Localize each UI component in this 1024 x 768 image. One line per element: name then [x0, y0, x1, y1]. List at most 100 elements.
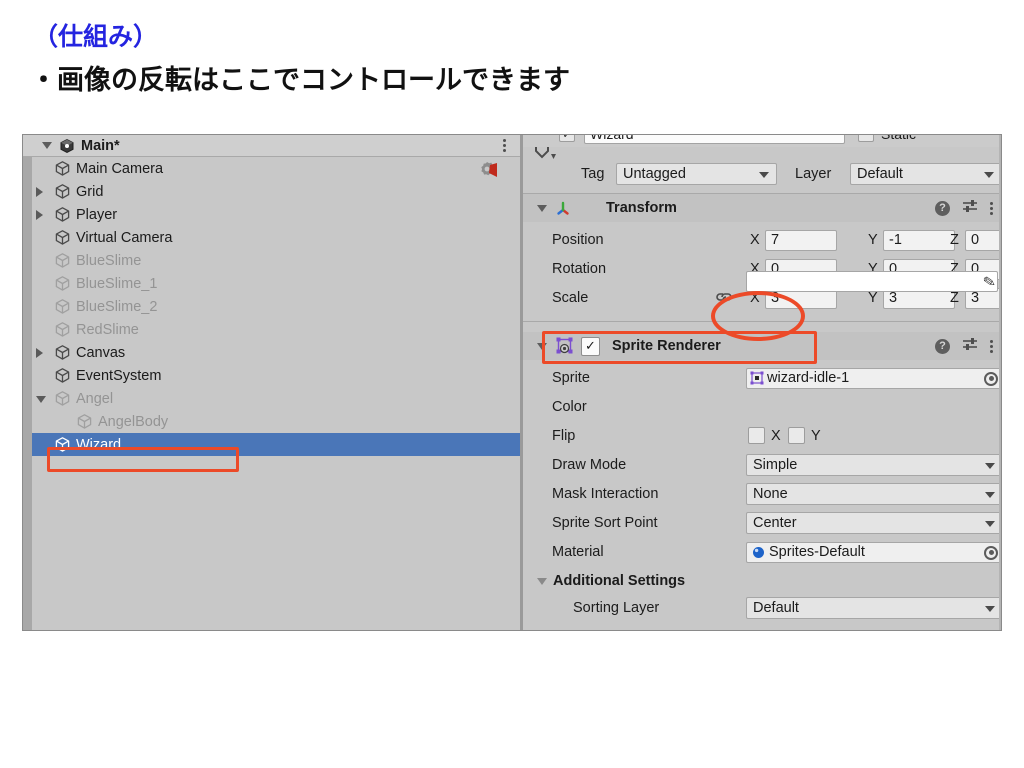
help-icon[interactable]: ?	[935, 338, 950, 354]
hierarchy-item-label: Wizard	[76, 436, 122, 453]
material-picker-icon[interactable]	[984, 545, 998, 560]
hierarchy-item-label: Player	[76, 206, 118, 223]
hierarchy-item-canvas[interactable]: Canvas	[32, 341, 520, 364]
sprite-sort-point-row: Sprite Sort Point Center	[523, 511, 1001, 535]
chevron-right-icon[interactable]	[36, 348, 43, 358]
sprite-renderer-header-icons: ?	[935, 337, 993, 356]
sorting-layer-row: Sorting Layer Default	[523, 596, 1001, 620]
inspector-scrollbar[interactable]	[999, 135, 1001, 630]
page-title: （仕組み）	[33, 23, 159, 51]
hierarchy-item-blueslime-1[interactable]: BlueSlime_1	[32, 272, 520, 295]
tag-label: Tag	[581, 166, 605, 182]
hierarchy-item-label: Main Camera	[76, 160, 164, 177]
hierarchy-item-player[interactable]: Player	[32, 203, 520, 226]
sorting-layer-value: Default	[753, 600, 799, 616]
transform-component-header[interactable]: Transform ?	[523, 194, 1001, 222]
mask-interaction-value: None	[753, 486, 788, 502]
gameobject-active-checkbox[interactable]: ✓	[559, 135, 575, 142]
draw-mode-dropdown[interactable]: Simple	[746, 454, 1001, 476]
hierarchy-item-blueslime[interactable]: BlueSlime	[32, 249, 520, 272]
position-y-input[interactable]: -1	[883, 230, 955, 251]
gameobject-cube-icon	[54, 275, 71, 292]
axis-x-label: X	[750, 290, 760, 306]
help-icon[interactable]: ?	[935, 200, 950, 216]
flip-y-label: Y	[811, 428, 821, 444]
chevron-right-icon[interactable]	[36, 210, 43, 220]
material-object-field[interactable]: Sprites-Default	[746, 541, 1001, 563]
unity-scene-icon	[59, 138, 75, 154]
tag-value: Untagged	[623, 166, 686, 182]
draw-mode-value: Simple	[753, 457, 798, 473]
chevron-down-icon	[985, 606, 995, 612]
mask-interaction-row: Mask Interaction None	[523, 482, 1001, 506]
hierarchy-header[interactable]: Main*	[23, 135, 520, 157]
flip-x-checkbox[interactable]	[748, 427, 765, 444]
sorting-layer-dropdown[interactable]: Default	[746, 597, 1001, 619]
gameobject-cube-icon	[76, 413, 93, 430]
chevron-down-icon	[985, 521, 995, 527]
hierarchy-item-label: AngelBody	[98, 413, 169, 430]
axis-x-label: X	[750, 232, 760, 248]
flip-row: Flip X Y	[523, 424, 1001, 448]
hierarchy-item-label: BlueSlime_2	[76, 298, 158, 315]
color-swatch[interactable]	[746, 271, 998, 292]
gameobject-cube-icon	[54, 206, 71, 223]
chevron-right-icon[interactable]	[36, 187, 43, 197]
mask-interaction-label: Mask Interaction	[552, 486, 659, 502]
hierarchy-item-main-camera[interactable]: Main Camera	[32, 157, 520, 180]
position-z-input[interactable]: 0	[965, 230, 1001, 251]
transform-title: Transform	[606, 200, 677, 216]
sprite-renderer-foldout-icon[interactable]	[537, 342, 547, 350]
hierarchy-item-label: EventSystem	[76, 367, 162, 384]
sprite-sort-point-dropdown[interactable]: Center	[746, 512, 1001, 534]
sprite-object-field[interactable]: wizard-idle-1	[746, 367, 1001, 389]
hierarchy-item-angelbody[interactable]: AngelBody	[32, 410, 520, 433]
hierarchy-item-eventsystem[interactable]: EventSystem	[32, 364, 520, 387]
scale-label: Scale	[552, 290, 589, 306]
sprite-renderer-component-header[interactable]: ✓ Sprite Renderer ?	[523, 332, 1001, 360]
hierarchy-panel: Main* Main Camera Grid Player Virtual Camer…	[23, 135, 520, 630]
gameobject-cube-icon	[54, 252, 71, 269]
hierarchy-item-virtual-camera[interactable]: Virtual Camera	[32, 226, 520, 249]
layer-value: Default	[857, 166, 903, 182]
flip-label: Flip	[552, 428, 576, 444]
chevron-down-icon	[759, 172, 769, 178]
hierarchy-item-label: Angel	[76, 390, 114, 407]
static-checkbox[interactable]	[858, 135, 874, 142]
hierarchy-item-grid[interactable]: Grid	[32, 180, 520, 203]
sprite-label: Sprite	[552, 370, 590, 386]
flip-y-checkbox[interactable]	[788, 427, 805, 444]
gameobject-cube-icon	[54, 436, 71, 453]
gameobject-name-input[interactable]: Wizard	[584, 135, 845, 144]
kebab-menu-icon[interactable]	[990, 201, 993, 215]
draw-mode-row: Draw Mode Simple	[523, 453, 1001, 477]
gameobject-cube-icon	[54, 367, 71, 384]
additional-settings-foldout-icon[interactable]	[537, 577, 547, 585]
tag-dropdown[interactable]: Untagged	[616, 163, 777, 185]
hierarchy-item-label: Canvas	[76, 344, 126, 361]
additional-settings-header[interactable]: Additional Settings	[523, 569, 1001, 593]
hierarchy-item-wizard[interactable]: Wizard	[32, 433, 520, 456]
transform-foldout-icon[interactable]	[537, 204, 547, 212]
color-label: Color	[552, 399, 587, 415]
kebab-menu-icon[interactable]	[503, 139, 506, 152]
kebab-menu-icon[interactable]	[990, 339, 993, 353]
mask-interaction-dropdown[interactable]: None	[746, 483, 1001, 505]
hierarchy-item-blueslime-2[interactable]: BlueSlime_2	[32, 295, 520, 318]
axis-z-label: Z	[950, 232, 959, 248]
position-x-input[interactable]: 7	[765, 230, 837, 251]
chevron-down-icon	[985, 492, 995, 498]
sprite-picker-icon[interactable]	[984, 371, 998, 386]
chevron-down-icon[interactable]	[36, 396, 46, 403]
sprite-renderer-enabled-checkbox[interactable]: ✓	[581, 336, 600, 356]
sprite-renderer-title: Sprite Renderer	[612, 338, 721, 354]
preset-settings-icon[interactable]	[962, 199, 978, 218]
scale-link-icon[interactable]	[715, 290, 733, 309]
hierarchy-item-angel[interactable]: Angel	[32, 387, 520, 410]
draw-mode-label: Draw Mode	[552, 457, 627, 473]
scene-foldout-icon[interactable]	[42, 142, 52, 149]
static-label: Static	[881, 135, 916, 142]
hierarchy-item-redslime[interactable]: RedSlime	[32, 318, 520, 341]
preset-settings-icon[interactable]	[962, 337, 978, 356]
layer-dropdown[interactable]: Default	[850, 163, 1001, 185]
